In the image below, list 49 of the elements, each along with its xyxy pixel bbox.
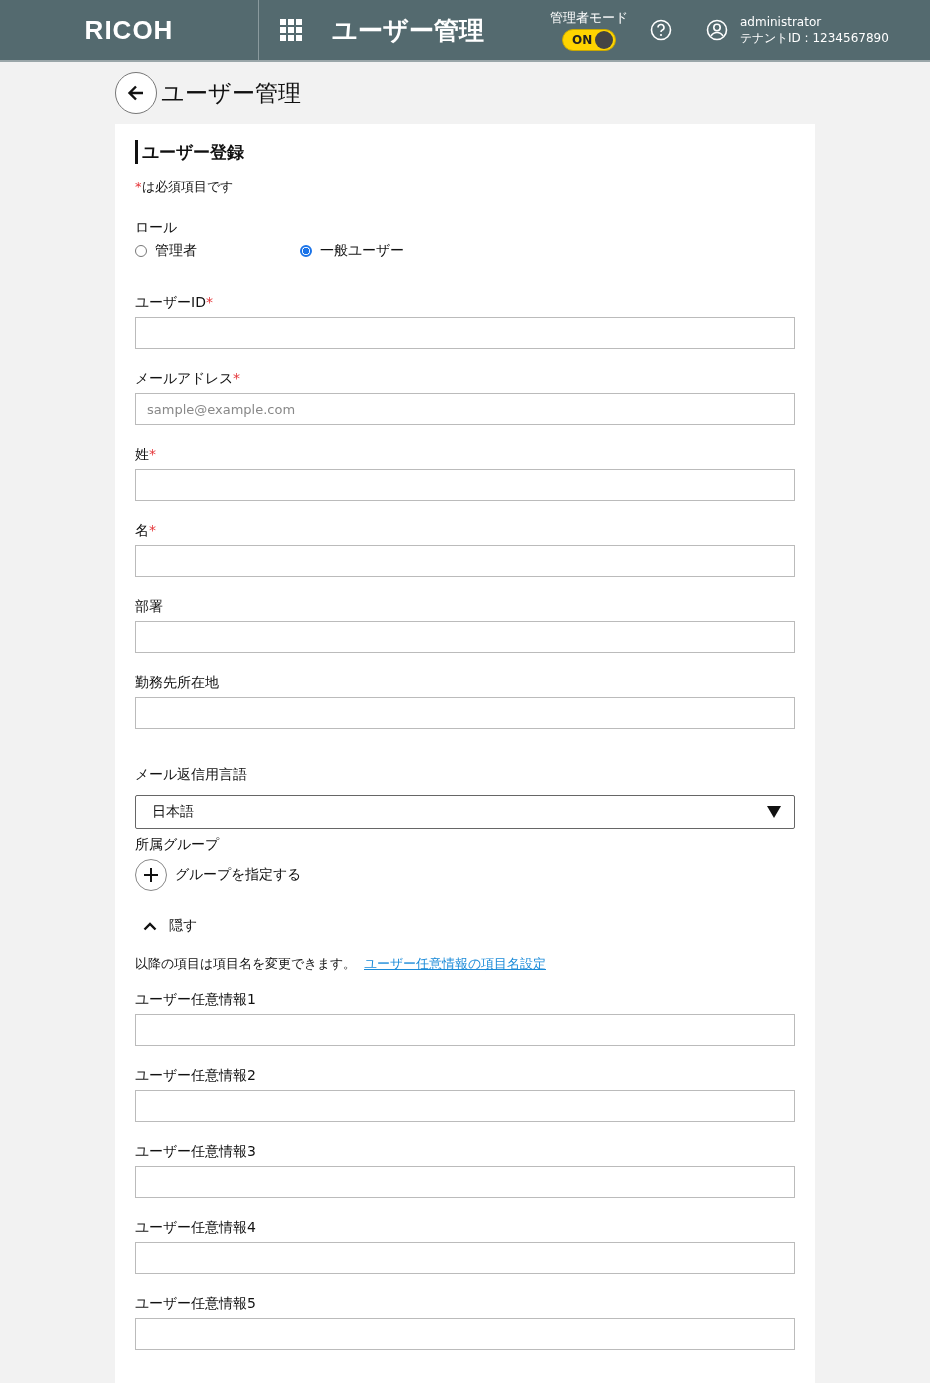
text-input[interactable]	[135, 1090, 795, 1122]
page-title: ユーザー管理	[161, 78, 301, 108]
user-name: administrator	[740, 14, 823, 30]
field-label: ユーザー任意情報4	[135, 1218, 257, 1236]
text-input[interactable]	[135, 621, 795, 653]
field-label: 所属グループ	[135, 835, 221, 853]
admin-mode-label: 管理者モード	[550, 9, 628, 27]
text-input[interactable]	[135, 697, 795, 729]
field-label: メールアドレス*	[135, 369, 241, 387]
help-icon[interactable]	[650, 19, 672, 41]
text-input[interactable]	[135, 545, 795, 577]
language-select[interactable]: 日本語	[135, 795, 795, 829]
user-icon[interactable]	[706, 19, 728, 41]
required-note: *は必須項目です	[135, 178, 234, 196]
admin-mode-toggle[interactable]: ON	[562, 29, 616, 51]
field-label: メール返信用言語	[135, 765, 248, 783]
app-title: ユーザー管理	[332, 14, 485, 47]
field-label: ユーザー任意情報5	[135, 1294, 257, 1312]
section-title: ユーザー登録	[135, 140, 795, 164]
field-label: 部署	[135, 597, 164, 615]
field-label: ユーザー任意情報1	[135, 990, 257, 1008]
text-input[interactable]	[135, 1242, 795, 1274]
collapse-toggle[interactable]: 隠す	[135, 917, 197, 935]
dropdown-icon	[767, 806, 781, 818]
back-button[interactable]	[115, 72, 157, 114]
text-input[interactable]	[135, 1318, 795, 1350]
add-group-link[interactable]: グループを指定する	[175, 866, 301, 884]
logo[interactable]: RICOH	[84, 14, 174, 46]
role-radio[interactable]: 一般ユーザー	[300, 242, 465, 260]
field-label: 姓*	[135, 445, 157, 463]
field-label: ロール	[135, 218, 178, 236]
back-arrow-icon	[126, 83, 146, 103]
tenant-id: テナントID : 1234567890	[740, 30, 889, 46]
field-label: 勤務先所在地	[135, 673, 220, 691]
custom-fields-note: 以降の項目は項目名を変更できます。	[135, 956, 356, 971]
role-radio[interactable]: 管理者	[135, 242, 300, 260]
text-input[interactable]	[135, 1166, 795, 1198]
field-name-settings-link[interactable]: ユーザー任意情報の項目名設定	[364, 956, 546, 971]
field-label: 名*	[135, 521, 157, 539]
field-label: ユーザー任意情報2	[135, 1066, 257, 1084]
text-input[interactable]	[135, 1014, 795, 1046]
plus-icon	[143, 867, 159, 883]
field-label: ユーザーID*	[135, 293, 214, 311]
app-grid-icon[interactable]	[280, 19, 302, 41]
text-input[interactable]: sample@example.com	[135, 393, 795, 425]
text-input[interactable]	[135, 469, 795, 501]
add-group-button[interactable]	[135, 859, 167, 891]
text-input[interactable]	[135, 317, 795, 349]
field-label: ユーザー任意情報3	[135, 1142, 257, 1160]
